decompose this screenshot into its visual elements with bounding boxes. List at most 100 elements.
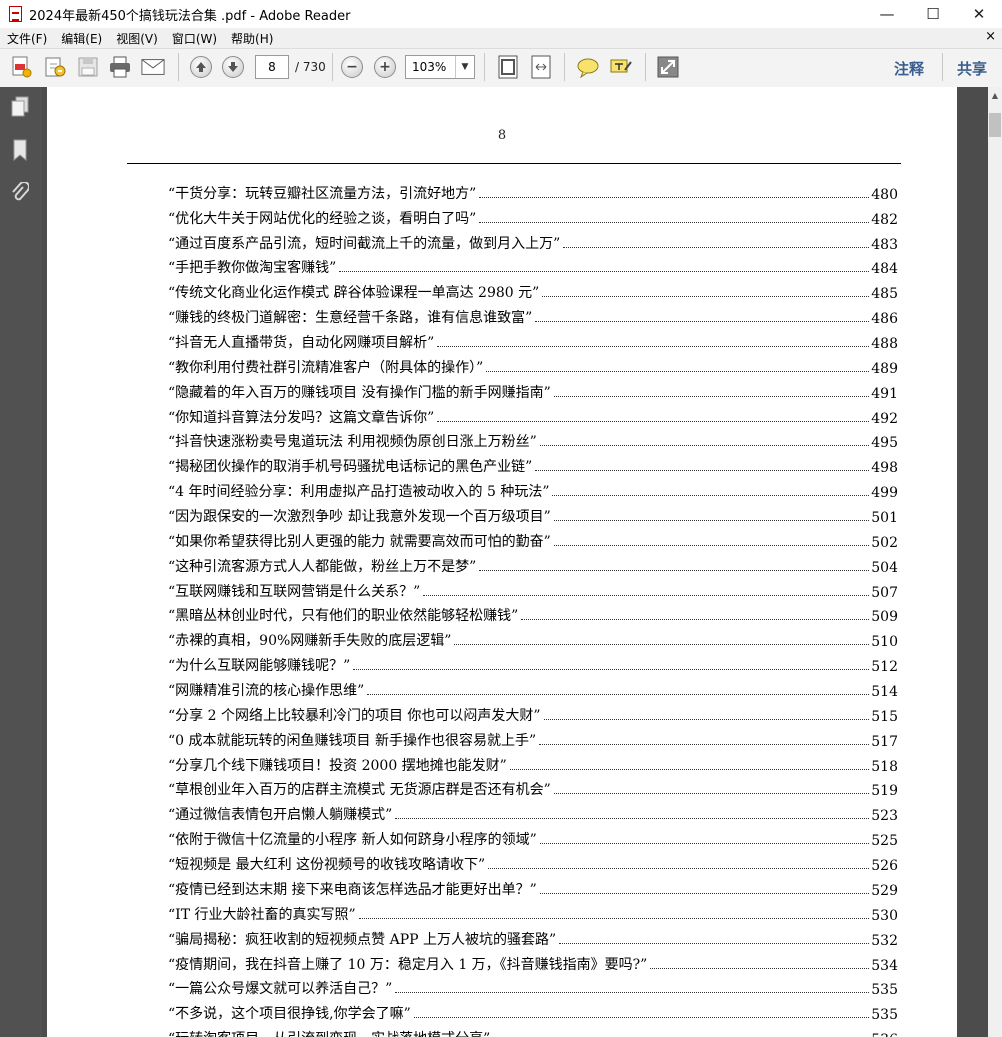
maximize-button[interactable]: ☐ xyxy=(910,0,956,28)
toc-entry[interactable]: “教你利用付费社群引流精准客户（附具体的操作）” 489 xyxy=(168,352,898,377)
toc-entry[interactable]: “疫情期间，我在抖音上赚了 10 万：稳定月入 1 万，《抖音赚钱指南》要吗?”… xyxy=(168,949,898,974)
toc-dot-leader xyxy=(539,892,870,894)
toc-entry-title: “网赚精准引流的核心操作思维” xyxy=(168,683,365,700)
toc-dot-leader xyxy=(553,395,870,397)
scrollbar-thumb[interactable] xyxy=(989,113,1001,137)
menu-file[interactable]: 文件(F) xyxy=(7,30,47,47)
toc-entry[interactable]: “通过百度系产品引流，短时间截流上千的流量，做到月入上万” 483 xyxy=(168,228,898,253)
toc-entry[interactable]: “通过微信表情包开启懒人躺赚模式” 523 xyxy=(168,799,898,824)
plus-icon: + xyxy=(374,56,396,78)
menu-bar: 文件(F) 编辑(E) 视图(V) 窗口(W) 帮助(H) × xyxy=(0,28,1002,48)
toc-entry[interactable]: “赚钱的终极门道解密：生意经营千条路，谁有信息谁致富” 486 xyxy=(168,302,898,327)
print-icon[interactable] xyxy=(108,55,132,79)
fit-width-icon[interactable] xyxy=(529,55,553,79)
toc-entry-page: 489 xyxy=(871,360,898,377)
page-number-input[interactable]: 8 xyxy=(255,55,289,79)
edit-document-icon[interactable] xyxy=(43,55,67,79)
toc-entry-title: “优化大牛关于网站优化的经验之谈，看明白了吗” xyxy=(168,210,477,227)
navigation-pane xyxy=(0,87,42,1037)
toc-entry[interactable]: “你知道抖音算法分发吗？这篇文章告诉你” 492 xyxy=(168,402,898,427)
toc-dot-leader xyxy=(553,519,870,522)
toc-entry-title: “这种引流客源方式人人都能做，粉丝上万不是梦” xyxy=(168,558,477,575)
pdf-page: 8 “干货分享：玩转豆瓣社区流量方法，引流好地方” 480 “优化大牛关于网站优化的… xyxy=(47,87,957,1037)
toc-entry[interactable]: “0 成本就能玩转的闲鱼赚钱项目 新手操作也很容易就上手” 517 xyxy=(168,725,898,750)
menu-view[interactable]: 视图(V) xyxy=(116,30,158,47)
toc-entry-title: “通过微信表情包开启懒人躺赚模式” xyxy=(168,807,393,824)
toc-entry[interactable]: “抖音无人直播带货，自动化网赚项目解析” 488 xyxy=(168,327,898,352)
close-document-button[interactable]: × xyxy=(985,29,996,44)
toc-entry-page: 535 xyxy=(871,982,898,999)
toc-entry-title: “不多说，这个项目很挣钱,你学会了嘛” xyxy=(168,1006,411,1023)
toc-entry[interactable]: “疫情已经到达末期 接下来电商该怎样选品才能更好出单？” 529 xyxy=(168,874,898,899)
toc-entry[interactable]: “网赚精准引流的核心操作思维” 514 xyxy=(168,675,898,700)
menu-window[interactable]: 窗口(W) xyxy=(172,30,217,47)
toc-entry[interactable]: “一篇公众号爆文就可以养活自己？” 535 xyxy=(168,974,898,999)
share-link[interactable]: 共享 xyxy=(957,58,987,79)
toc-entry[interactable]: “分享 2 个网络上比较暴利冷门的项目 你也可以闷声发大财” 515 xyxy=(168,700,898,725)
highlight-text-icon[interactable] xyxy=(609,55,633,79)
full-screen-icon[interactable] xyxy=(656,55,680,79)
toc-entry[interactable]: “传统文化商业化运作模式 辟谷体验课程一单高达 2980 元” 485 xyxy=(168,277,898,302)
zoom-out-button[interactable]: − xyxy=(340,55,364,79)
toc-entry-title: “隐藏着的年入百万的赚钱项目 没有操作门槛的新手网赚指南” xyxy=(168,384,551,401)
toc-entry[interactable]: “为什么互联网能够赚钱呢？” 512 xyxy=(168,650,898,675)
bookmarks-icon[interactable] xyxy=(9,139,31,161)
toc-entry[interactable]: “因为跟保安的一次激烈争吵 却让我意外发现一个百万级项目” 501 xyxy=(168,501,898,526)
toc-entry[interactable]: “分享几个线下赚钱项目！投资 2000 摆地摊也能发财” 518 xyxy=(168,750,898,775)
save-icon[interactable] xyxy=(76,55,100,79)
toc-entry-page: 532 xyxy=(871,932,898,949)
toc-dot-leader xyxy=(553,792,870,795)
toc-entry[interactable]: “不多说，这个项目很挣钱,你学会了嘛” 535 xyxy=(168,998,898,1023)
table-of-contents: “干货分享：玩转豆瓣社区流量方法，引流好地方” 480 “优化大牛关于网站优化的经验… xyxy=(168,178,898,1037)
scroll-up-icon[interactable]: ▲ xyxy=(988,87,1002,103)
toc-dot-leader xyxy=(358,917,870,919)
close-button[interactable]: ✕ xyxy=(956,0,1002,28)
email-icon[interactable] xyxy=(141,55,165,79)
toc-entry[interactable]: “如果你希望获得比别人更强的能力 就需要高效而可怕的勤奋” 502 xyxy=(168,526,898,551)
toc-entry[interactable]: “草根创业年入百万的店群主流模式 无货源店群是否还有机会” 519 xyxy=(168,775,898,799)
minimize-button[interactable]: — xyxy=(864,0,910,28)
toc-entry-title: “手把手教你做淘宝客赚钱” xyxy=(168,260,337,277)
vertical-scrollbar[interactable]: ▲ xyxy=(988,87,1002,1037)
comment-link[interactable]: 注释 xyxy=(894,58,924,79)
page-thumbnails-icon[interactable] xyxy=(9,96,31,118)
zoom-in-button[interactable]: + xyxy=(373,55,397,79)
toc-entry[interactable]: “优化大牛关于网站优化的经验之谈，看明白了吗” 482 xyxy=(168,203,898,228)
toc-entry[interactable]: “骗局揭秘：疯狂收割的短视频点赞 APP 上万人被坑的骚套路” 532 xyxy=(168,924,898,949)
chevron-down-icon[interactable]: ▼ xyxy=(455,56,474,78)
toc-entry-title: “分享 2 个网络上比较暴利冷门的项目 你也可以闷声发大财” xyxy=(168,707,541,724)
toc-entry[interactable]: “赤裸的真相，90%网赚新手失败的底层逻辑” 510 xyxy=(168,625,898,650)
toc-entry[interactable]: “依附于微信十亿流量的小程序 新人如何跻身小程序的领域” 525 xyxy=(168,824,898,849)
toc-dot-leader xyxy=(509,768,870,770)
toc-dot-leader xyxy=(413,1016,870,1019)
toc-entry[interactable]: “4 年时间经验分享：利用虚拟产品打造被动收入的 5 种玩法” 499 xyxy=(168,476,898,501)
toc-entry-title: “0 成本就能玩转的闲鱼赚钱项目 新手操作也很容易就上手” xyxy=(168,732,537,749)
toc-entry[interactable]: “抖音快速涨粉卖号鬼道玩法 利用视频伪原创日涨上万粉丝” 495 xyxy=(168,427,898,451)
menu-help[interactable]: 帮助(H) xyxy=(231,30,273,47)
toc-entry[interactable]: “隐藏着的年入百万的赚钱项目 没有操作门槛的新手网赚指南” 491 xyxy=(168,377,898,402)
fit-page-icon[interactable] xyxy=(496,55,520,79)
toc-entry[interactable]: “黑暗丛林创业时代，只有他们的职业依然能够轻松赚钱” 509 xyxy=(168,601,898,625)
toc-entry[interactable]: “揭秘团伙操作的取消手机号码骚扰电话标记的黑色产业链” 498 xyxy=(168,451,898,476)
toc-entry[interactable]: “IT 行业大龄社畜的真实写照” 530 xyxy=(168,899,898,924)
document-view[interactable]: 8 “干货分享：玩转豆瓣社区流量方法，引流好地方” 480 “优化大牛关于网站优化的… xyxy=(42,87,988,1037)
attachments-icon[interactable] xyxy=(9,182,31,204)
toc-entry-title: “通过百度系产品引流，短时间截流上千的流量，做到月入上万” xyxy=(168,235,561,252)
toc-entry-title: “疫情期间，我在抖音上赚了 10 万：稳定月入 1 万，《抖音赚钱指南》要吗?” xyxy=(168,956,648,973)
next-page-button[interactable] xyxy=(221,55,245,79)
toc-entry[interactable]: “短视频是 最大红利 这份视频号的收钱攻略请收下” 526 xyxy=(168,849,898,874)
toc-entry-page: 525 xyxy=(871,833,898,850)
toc-dot-leader xyxy=(454,643,870,646)
create-pdf-icon[interactable] xyxy=(9,55,33,79)
toc-entry-page: 534 xyxy=(871,957,898,974)
toc-entry[interactable]: “互联网赚钱和互联网营销是什么关系？” 507 xyxy=(168,576,898,601)
sticky-note-icon[interactable] xyxy=(576,55,600,79)
menu-edit[interactable]: 编辑(E) xyxy=(61,30,102,47)
toc-entry[interactable]: “这种引流客源方式人人都能做，粉丝上万不是梦” 504 xyxy=(168,551,898,576)
zoom-select[interactable]: 103% ▼ xyxy=(405,55,475,79)
previous-page-button[interactable] xyxy=(189,55,213,79)
toc-entry[interactable]: “干货分享：玩转豆瓣社区流量方法，引流好地方” 480 xyxy=(168,178,898,203)
toc-entry[interactable]: “玩转淘客项目，从引流到变现，实战落地模式分享” 536 xyxy=(168,1023,898,1037)
toc-entry[interactable]: “手把手教你做淘宝客赚钱” 484 xyxy=(168,253,898,277)
window-controls: — ☐ ✕ xyxy=(864,0,1002,28)
